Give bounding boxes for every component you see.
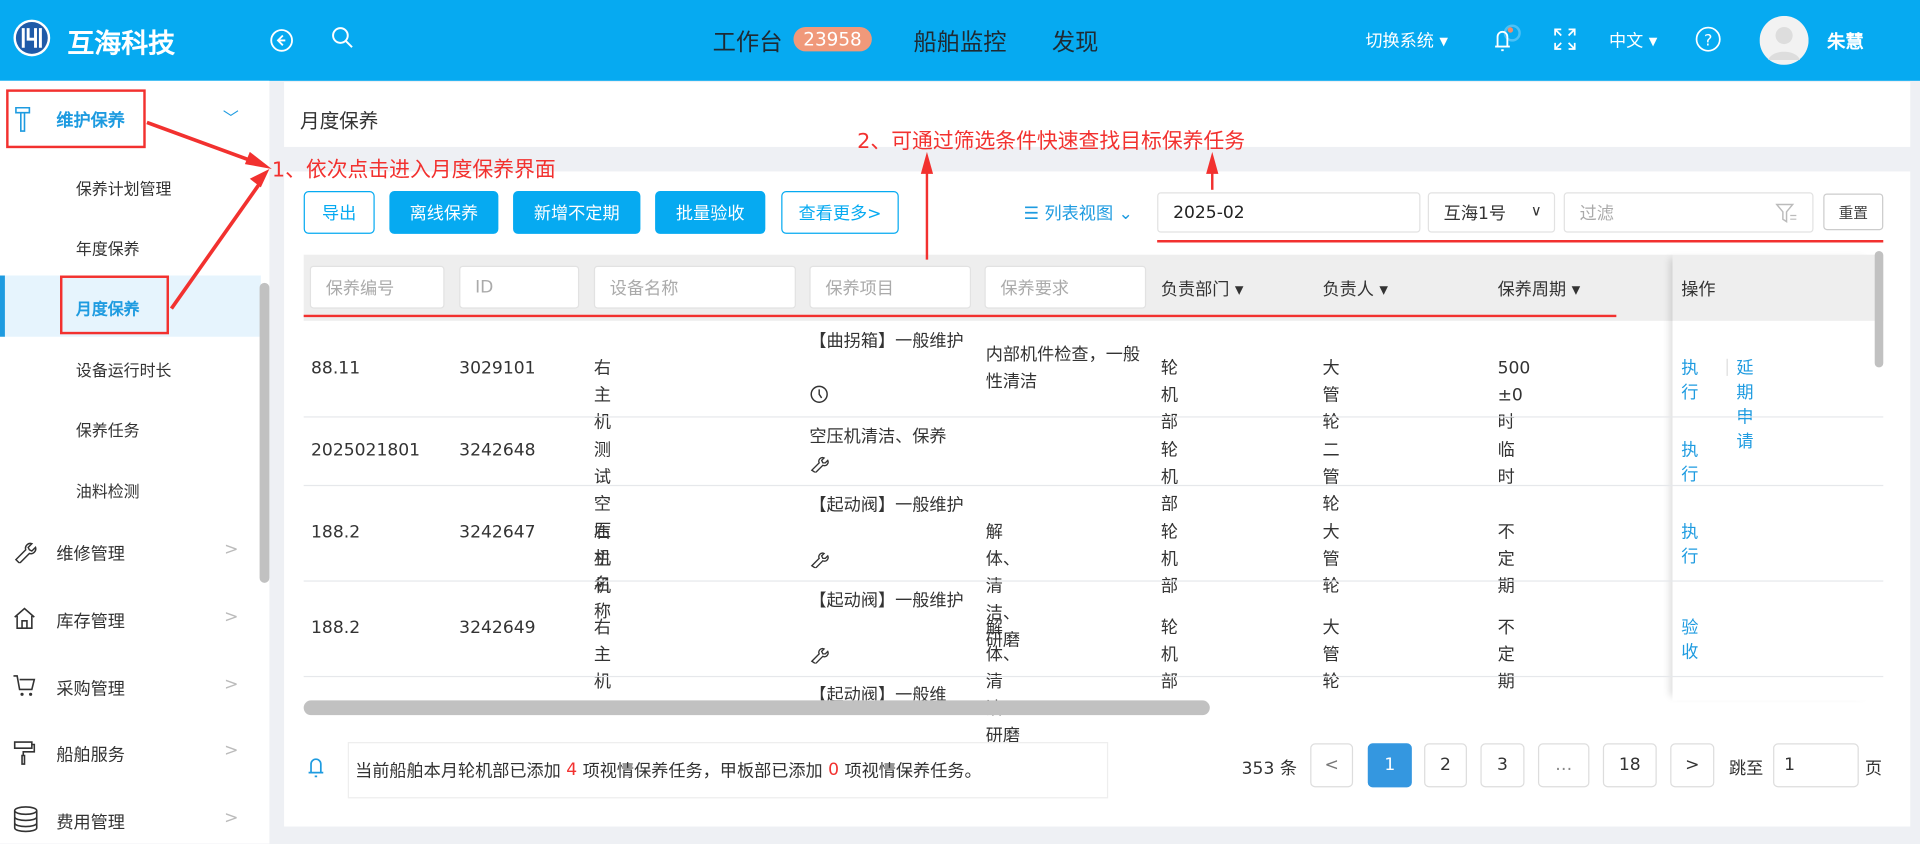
highlight-box-monthly [60,275,169,335]
arrow-line [169,182,262,310]
annotation-step-1: 1、依次点击进入月度保养界面 [271,157,556,183]
highlight-box-maintenance [6,89,146,149]
annotation-step-2: 2、可通过筛选条件快速查找目标保养任务 [857,129,1246,155]
arrow-line [146,120,258,165]
arrow-head [244,151,272,169]
arrow-head [249,168,270,188]
arrow-head [920,151,934,174]
arrow-head [1206,151,1219,174]
app: 互海科技 工作台 23958 船舶监控 发现 切换系统 ▾ 中文 ▾ ? 朱慧 … [0,0,1920,844]
